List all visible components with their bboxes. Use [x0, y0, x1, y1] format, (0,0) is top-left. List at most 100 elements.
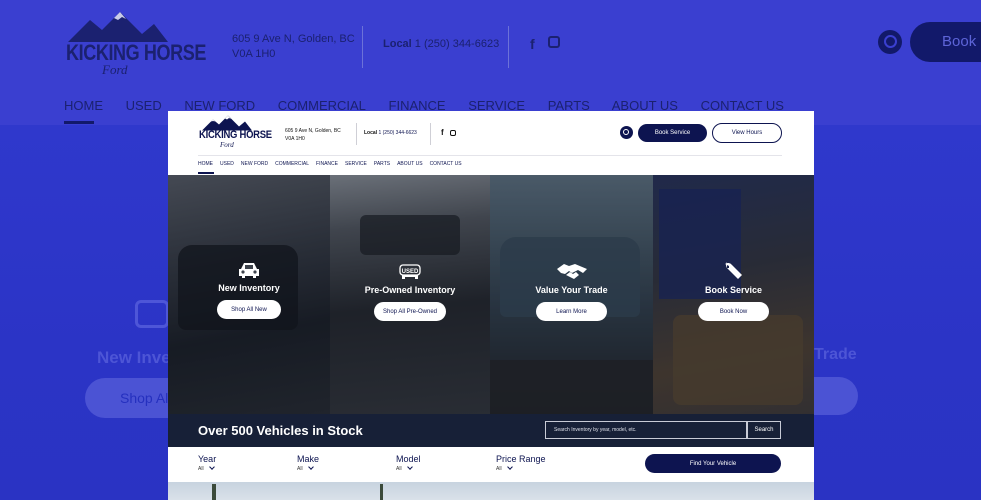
- filter-model[interactable]: Model All: [396, 454, 421, 472]
- shop-all-pre-owned-button[interactable]: Shop All Pre-Owned: [373, 302, 447, 321]
- filter-value: All: [496, 464, 546, 472]
- site-header: KICKING HORSE Ford 605 9 Ave N, Golden, …: [168, 111, 814, 175]
- panel-content: USED Pre-Owned Inventory Shop All Pre-Ow…: [330, 263, 490, 321]
- backdrop-logo-line1: KICKING HORSE: [66, 40, 207, 65]
- nav-item-new-ford[interactable]: NEW FORD: [241, 161, 268, 167]
- find-your-vehicle-button[interactable]: Find Your Vehicle: [645, 454, 781, 473]
- book-now-button[interactable]: Book Now: [697, 302, 770, 321]
- used-badge: USED: [402, 269, 419, 275]
- filter-value-text: All: [396, 466, 402, 472]
- tree-shape: [212, 484, 216, 500]
- backdrop-address-line1: 605 9 Ave N, Golden, BC: [232, 33, 355, 45]
- filter-value-text: All: [496, 466, 502, 472]
- wrench-icon: [724, 262, 742, 279]
- backdrop-address: 605 9 Ave N, Golden, BC V0A 1H0: [232, 32, 355, 62]
- hero-panels: New Inventory Shop All New USED Pre-Owne…: [168, 175, 814, 414]
- inventory-search-button[interactable]: Search: [747, 421, 781, 439]
- panel-pre-owned-inventory[interactable]: USED Pre-Owned Inventory Shop All Pre-Ow…: [330, 175, 490, 414]
- chevron-down-icon: [307, 464, 314, 470]
- backdrop-book-button: Book S: [910, 22, 981, 62]
- site-preview: KICKING HORSE Ford 605 9 Ave N, Golden, …: [168, 111, 814, 500]
- logo-line1: KICKING HORSE: [199, 129, 272, 141]
- filter-make[interactable]: Make All: [297, 454, 319, 472]
- local-phone-link[interactable]: Local 1 (250) 344-6623: [364, 130, 417, 136]
- panel-book-service[interactable]: Book Service Book Now: [653, 175, 814, 414]
- header-divider: [430, 123, 431, 145]
- panel-title: Value Your Trade: [535, 285, 608, 295]
- panel-new-inventory[interactable]: New Inventory Shop All New: [168, 175, 330, 414]
- handshake-icon: [556, 264, 587, 279]
- instagram-icon[interactable]: [450, 130, 456, 136]
- chevron-down-icon: [208, 464, 215, 470]
- used-car-icon: USED: [399, 264, 421, 279]
- filter-label: Price Range: [496, 454, 546, 464]
- backdrop-address-line2: V0A 1H0: [232, 48, 276, 60]
- backdrop-local-label: Local: [383, 38, 412, 50]
- facebook-icon[interactable]: f: [441, 128, 444, 137]
- panel-title: Pre-Owned Inventory: [364, 285, 456, 295]
- panel-title: New Inventory: [218, 283, 280, 293]
- filter-label: Model: [396, 454, 421, 464]
- nav-item-service[interactable]: SERVICE: [345, 161, 367, 167]
- filter-value-text: All: [297, 466, 303, 472]
- mountain-logo-icon: [68, 12, 168, 42]
- backdrop-divider: [508, 26, 509, 68]
- backdrop-hero-title-right: Trade: [814, 346, 857, 363]
- search-icon: [878, 30, 902, 54]
- backdrop-local-phone: Local 1 (250) 344-6623: [383, 38, 499, 50]
- shop-all-new-button[interactable]: Shop All New: [217, 300, 281, 319]
- inventory-search-input[interactable]: [545, 421, 747, 439]
- backdrop-hero-title: New Inve: [97, 348, 171, 367]
- nav-item-used[interactable]: USED: [220, 161, 234, 167]
- backdrop-hero-button-right: [814, 377, 858, 415]
- panel-content: Book Service Book Now: [653, 261, 814, 321]
- backdrop-phone-number: 1 (250) 344-6623: [414, 38, 500, 50]
- header-divider: [356, 123, 357, 145]
- address-line2: V0A 1H0: [285, 136, 305, 142]
- car-icon: [239, 263, 259, 278]
- car-icon: [135, 300, 169, 328]
- nav-item-commercial[interactable]: COMMERCIAL: [275, 161, 309, 167]
- dealer-logo[interactable]: KICKING HORSE Ford: [198, 115, 272, 153]
- book-service-button[interactable]: Book Service: [638, 124, 707, 142]
- backdrop-nav-active-underline: [64, 121, 94, 124]
- facebook-icon: f: [530, 36, 535, 52]
- dealer-address[interactable]: 605 9 Ave N, Golden, BC V0A 1H0: [285, 127, 355, 143]
- filter-price-range[interactable]: Price Range All: [496, 454, 546, 472]
- nav-active-underline: [198, 172, 214, 174]
- chevron-down-icon: [406, 464, 413, 470]
- backdrop-nav-item: USED: [125, 98, 162, 113]
- header-separator: [198, 155, 782, 156]
- view-hours-button[interactable]: View Hours: [712, 123, 782, 143]
- nav-item-about-us[interactable]: ABOUT US: [397, 161, 422, 167]
- tree-shape: [380, 484, 383, 500]
- stock-title: Over 500 Vehicles in Stock: [198, 423, 363, 438]
- instagram-icon: [548, 36, 560, 48]
- filter-year[interactable]: Year All: [198, 454, 216, 472]
- backdrop-nav-item: HOME: [64, 98, 103, 113]
- scenery-strip: [168, 482, 814, 500]
- filter-value: All: [198, 464, 216, 472]
- filter-value: All: [396, 464, 421, 472]
- nav-item-contact-us[interactable]: CONTACT US: [430, 161, 462, 167]
- panel-value-your-trade[interactable]: Value Your Trade Learn More: [490, 175, 653, 414]
- filter-value: All: [297, 464, 319, 472]
- main-nav: HOME USED NEW FORD COMMERCIAL FINANCE SE…: [198, 161, 462, 167]
- backdrop-hero-button: Shop All: [85, 378, 175, 418]
- learn-more-button[interactable]: Learn More: [536, 302, 607, 321]
- search-icon[interactable]: [620, 126, 633, 139]
- filter-label: Make: [297, 454, 320, 464]
- nav-item-finance[interactable]: FINANCE: [316, 161, 338, 167]
- panel-title: Book Service: [704, 285, 763, 295]
- phone-number: 1 (250) 344-6623: [378, 130, 417, 136]
- chevron-down-icon: [506, 464, 513, 470]
- nav-item-parts[interactable]: PARTS: [374, 161, 390, 167]
- nav-item-home[interactable]: HOME: [198, 161, 213, 167]
- address-line1: 605 9 Ave N, Golden, BC: [285, 128, 341, 134]
- vehicle-filters: Year All Make All Model All Price Range …: [168, 447, 814, 482]
- local-label: Local: [364, 130, 378, 136]
- panel-content: New Inventory Shop All New: [168, 261, 330, 319]
- backdrop-divider: [362, 26, 363, 68]
- backdrop-logo: KICKING HORSE Ford: [62, 12, 206, 78]
- filter-label: Year: [198, 454, 217, 464]
